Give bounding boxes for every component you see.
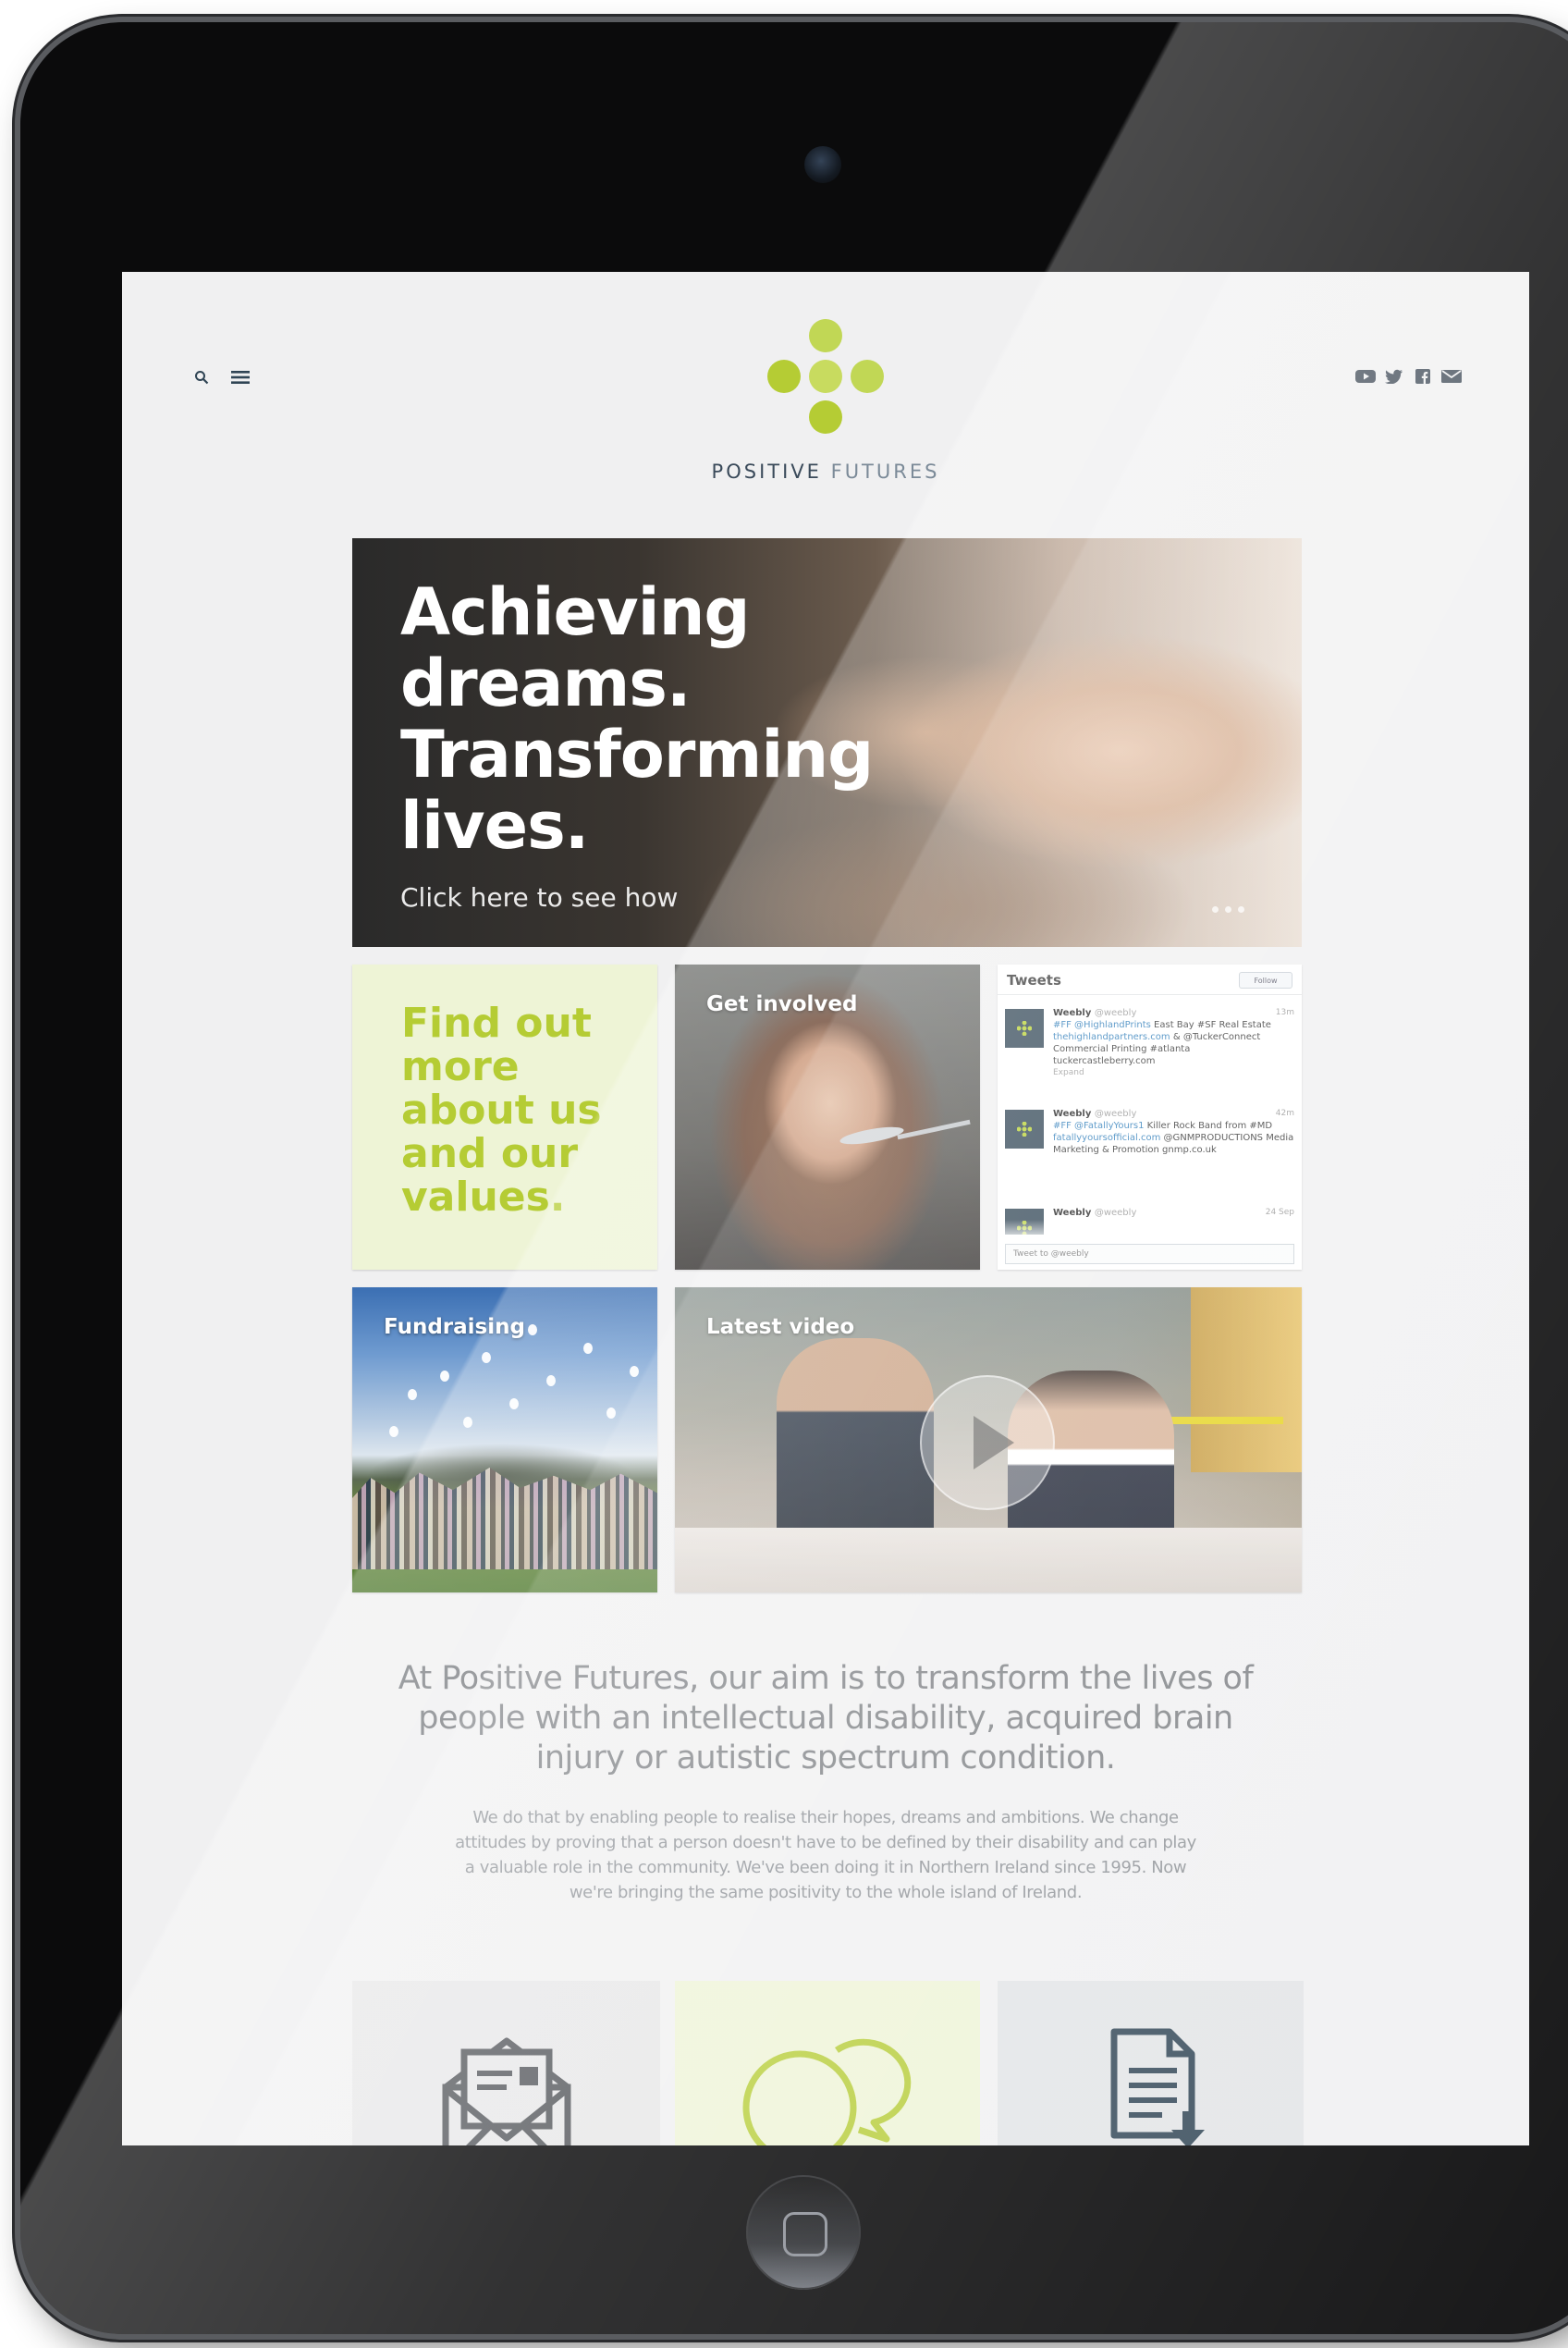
brand-name-positive: POSITIVE: [711, 461, 822, 483]
tweet-text: Killer Rock Band from #MD: [1144, 1121, 1273, 1131]
hero-cta-link[interactable]: Click here to see how: [400, 882, 678, 913]
tweet-handle: @weebly: [1094, 1208, 1137, 1218]
tweet-item[interactable]: Weebly @weebly 13m #FF @HighlandPrints E…: [1005, 1007, 1294, 1096]
tweet-item[interactable]: Weebly @weebly 42m #FF @FatallyYours1 Ki…: [1005, 1108, 1294, 1197]
envelope-icon: [352, 2022, 660, 2145]
tweet-link[interactable]: #FF @HighlandPrints: [1053, 1020, 1151, 1030]
tweet-handle: @weebly: [1094, 1109, 1137, 1119]
tweet-author: Weebly: [1053, 1208, 1092, 1218]
get-involved-tile[interactable]: Get involved: [675, 965, 980, 1270]
search-icon[interactable]: [190, 366, 213, 388]
tweet-author: Weebly: [1053, 1109, 1092, 1119]
tablet-device-frame: POSITIVE FUTURES Achieving dreams. Trans…: [20, 22, 1568, 2334]
tweet-time: 24 Sep: [1265, 1208, 1294, 1217]
positive-futures-logo[interactable]: [762, 318, 889, 440]
chat-bubbles-icon: [675, 2022, 980, 2145]
menu-icon[interactable]: [229, 366, 251, 388]
brand-name: POSITIVE FUTURES: [122, 461, 1529, 483]
tweet-compose-input[interactable]: Tweet to @weebly: [1005, 1244, 1294, 1264]
latest-video-tile[interactable]: Latest video: [675, 1287, 1302, 1592]
tweet-link[interactable]: #FF @FatallyYours1: [1053, 1121, 1144, 1131]
crowd-graphic: [352, 1468, 657, 1569]
follow-label: Follow: [1254, 976, 1278, 985]
hero-title-line: dreams.: [400, 645, 692, 721]
spoon-handle-graphic: [897, 1119, 971, 1140]
tweet-time: 42m: [1275, 1109, 1294, 1118]
header-left-controls: [190, 366, 251, 388]
discussion-tile[interactable]: [675, 1981, 980, 2145]
youtube-icon[interactable]: [1354, 366, 1377, 387]
home-button[interactable]: [746, 2175, 861, 2290]
facebook-icon[interactable]: [1411, 366, 1434, 387]
latest-video-label: Latest video: [706, 1315, 855, 1339]
twitter-feed-widget: Tweets Follow Weebly @weebly 13m #FF @Hi…: [998, 965, 1302, 1270]
tweet-author: Weebly: [1053, 1008, 1092, 1018]
about-us-text: Find out more about us and our values.: [401, 1000, 602, 1221]
social-links: [1354, 366, 1463, 387]
hero-slide-dots[interactable]: [1212, 906, 1244, 913]
twitter-icon[interactable]: [1382, 366, 1405, 387]
tweet-time: 13m: [1275, 1008, 1294, 1017]
mission-body-text: We do that by enabling people to realise…: [455, 1808, 1196, 1902]
document-download-icon: [998, 2022, 1304, 2145]
tweet-text: East Bay #SF Real Estate: [1150, 1020, 1271, 1030]
mission-statement: At Positive Futures, our aim is to trans…: [398, 1660, 1254, 1776]
play-button-icon[interactable]: [920, 1375, 1055, 1510]
contact-tile[interactable]: [352, 1981, 660, 2145]
email-icon[interactable]: [1439, 366, 1463, 387]
fundraising-label: Fundraising: [384, 1315, 525, 1339]
get-involved-label: Get involved: [706, 992, 858, 1016]
hero-banner[interactable]: Achieving dreams. Transforming lives. Cl…: [352, 538, 1302, 947]
tweets-heading: Tweets: [1007, 972, 1061, 989]
hero-title-line: Achieving: [400, 574, 751, 650]
hero-title-line: lives.: [400, 788, 589, 864]
front-camera: [804, 146, 841, 183]
tweet-expand-link[interactable]: Expand: [1053, 1067, 1294, 1079]
avatar: [1005, 1009, 1044, 1048]
hero-title-line: Transforming: [400, 717, 874, 793]
tweet-link[interactable]: thehighlandpartners.com: [1053, 1032, 1170, 1042]
tweet-link[interactable]: fatallyyoursofficial.com: [1053, 1133, 1160, 1143]
avatar: [1005, 1110, 1044, 1149]
about-us-tile[interactable]: Find out more about us and our values.: [352, 965, 657, 1270]
hero-title: Achieving dreams. Transforming lives.: [400, 577, 918, 862]
documents-tile[interactable]: [998, 1981, 1304, 2145]
fundraising-tile[interactable]: Fundraising: [352, 1287, 657, 1592]
tablet-screen: POSITIVE FUTURES Achieving dreams. Trans…: [122, 272, 1529, 2145]
brand-name-futures: FUTURES: [830, 461, 940, 483]
tweet-handle: @weebly: [1094, 1008, 1137, 1018]
spoon-graphic: [839, 1124, 905, 1148]
follow-button[interactable]: Follow: [1239, 972, 1292, 989]
